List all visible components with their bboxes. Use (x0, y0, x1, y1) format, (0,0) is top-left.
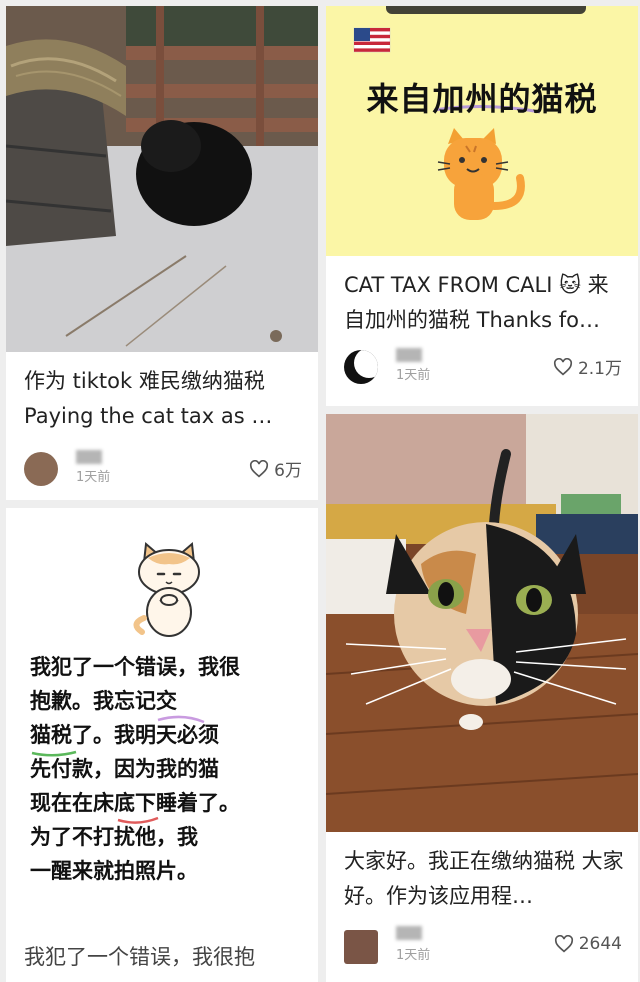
like-count: 2644 (578, 934, 622, 954)
author-name-redacted[interactable] (396, 926, 422, 940)
post-image-4[interactable] (326, 414, 638, 832)
post-title-1[interactable]: 作为 tiktok 难民缴纳猫税 Paying the cat tax as … (24, 364, 304, 434)
note-line: 猫税了。我明天必须 (30, 723, 219, 747)
post-card-2[interactable]: 来自加州的猫税 CAT TAX FROM CALI 🐱 来自加州的猫税 Than… (326, 6, 638, 406)
post-title-3[interactable]: 我犯了一个错误，我很抱 (24, 940, 304, 975)
author-avatar[interactable] (344, 350, 378, 384)
post-title-2[interactable]: CAT TAX FROM CALI 🐱 来自加州的猫税 Thanks fo… (344, 268, 624, 338)
author-name-redacted[interactable] (76, 450, 102, 464)
post-image-3[interactable]: 我犯了一个错误，我很 抱歉。我忘记交 猫税了。我明天必须 先付款，因为我的猫 现… (6, 508, 318, 920)
cartoon-cat-icon (133, 542, 200, 637)
like-count: 6万 (274, 461, 302, 481)
like-button[interactable]: 2644 (554, 934, 622, 954)
note-text: 我犯了一个错误，我很 抱歉。我忘记交 猫税了。我明天必须 先付款，因为我的猫 现… (30, 650, 240, 888)
note-line: 先付款，因为我的猫 (30, 757, 219, 781)
like-button[interactable]: 6万 (249, 456, 302, 481)
note-line: 一醒来就拍照片。 (30, 859, 198, 883)
image-heading: 来自加州的猫税 (366, 80, 598, 118)
post-card-4[interactable]: 大家好。我正在缴纳猫税 大家好。作为该应用程… 1天前 2644 (326, 414, 638, 982)
us-flag-icon (353, 27, 391, 53)
author-name-redacted[interactable] (396, 348, 422, 362)
post-title-4[interactable]: 大家好。我正在缴纳猫税 大家好。作为该应用程… (344, 844, 624, 914)
post-image-2[interactable]: 来自加州的猫税 (326, 6, 638, 256)
cat-emoji-icon (437, 128, 525, 220)
post-time: 1天前 (396, 948, 431, 963)
like-button[interactable]: 2.1万 (553, 354, 622, 379)
post-image-1[interactable] (6, 6, 318, 352)
post-card-3[interactable]: 我犯了一个错误，我很 抱歉。我忘记交 猫税了。我明天必须 先付款，因为我的猫 现… (6, 508, 318, 982)
note-line: 抱歉。我忘记交 (30, 689, 177, 713)
heart-icon (249, 459, 269, 478)
heart-icon (553, 357, 573, 376)
author-avatar[interactable] (24, 452, 58, 486)
post-time: 1天前 (76, 470, 111, 485)
author-avatar[interactable] (344, 930, 378, 964)
post-meta-1: 1天前 6万 (24, 450, 302, 486)
post-card-1[interactable]: 作为 tiktok 难民缴纳猫税 Paying the cat tax as …… (6, 6, 318, 500)
note-line: 我犯了一个错误，我很 (30, 655, 240, 679)
post-time: 1天前 (396, 368, 431, 383)
like-count: 2.1万 (577, 359, 622, 379)
post-meta-2: 1天前 2.1万 (344, 348, 622, 384)
heart-icon (554, 935, 574, 953)
note-line: 为了不打扰他，我 (30, 825, 198, 849)
note-line: 现在在床底下睡着了。 (30, 791, 240, 815)
post-meta-4: 1天前 2644 (344, 926, 622, 964)
